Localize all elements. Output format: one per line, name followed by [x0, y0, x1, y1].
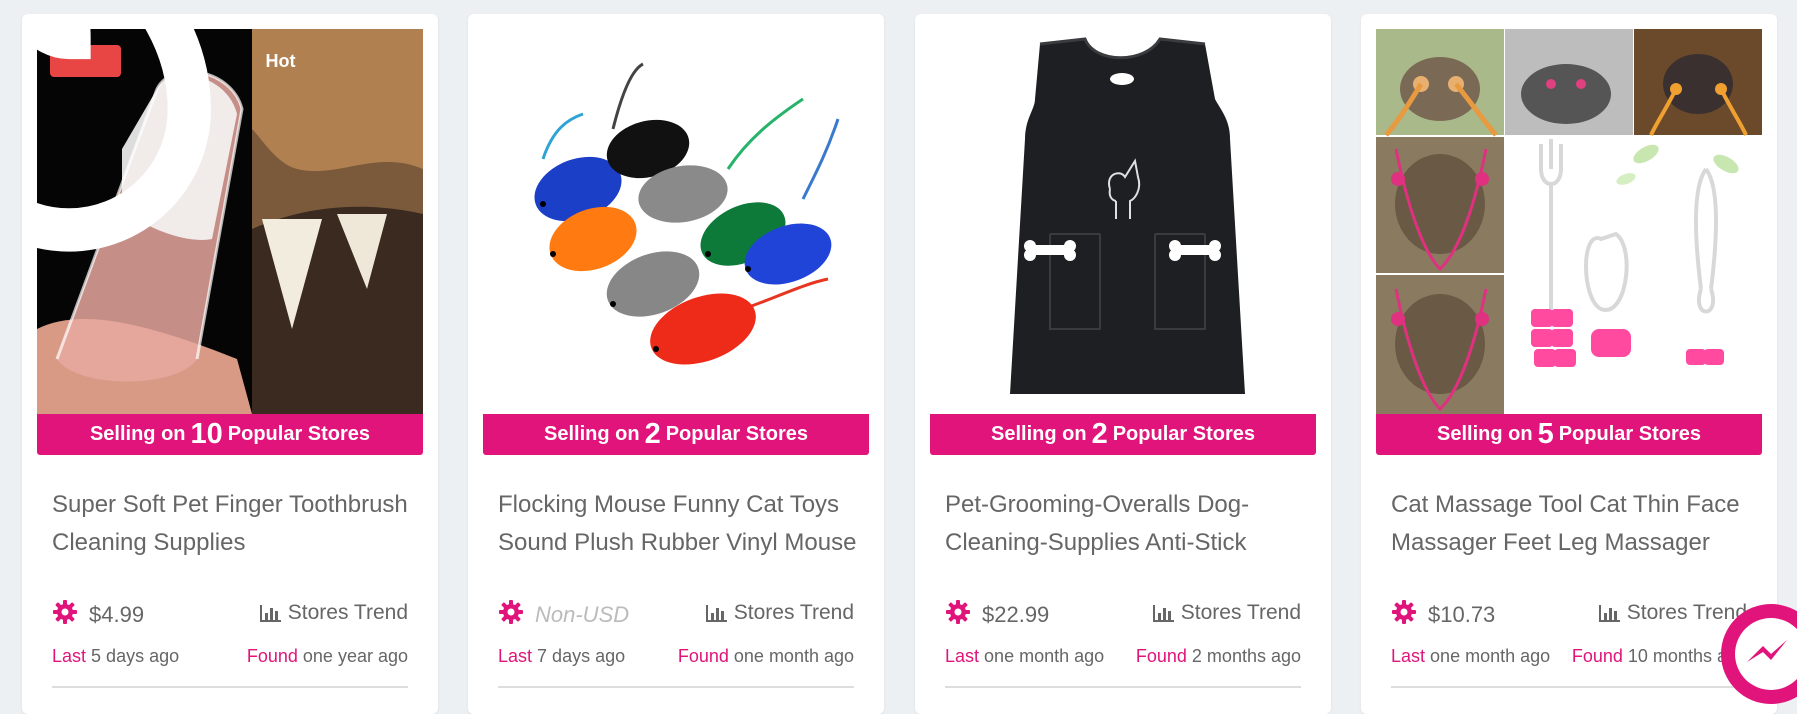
- found-value: one month ago: [733, 646, 854, 666]
- product-price: $22.99: [982, 602, 1050, 627]
- hot-badge-label: Hot: [265, 50, 296, 71]
- found-label: Found: [1135, 646, 1187, 666]
- gear-icon: [53, 600, 77, 624]
- product-card[interactable]: Selling on 2 Popular Stores Flocking Mou…: [468, 14, 884, 714]
- gear-icon: [1392, 600, 1416, 624]
- bar-chart-icon: [259, 605, 281, 622]
- last-value: one month ago: [984, 646, 1105, 666]
- store-count: 2: [644, 418, 661, 450]
- selling-suffix: Popular Stores: [1112, 423, 1255, 445]
- product-card[interactable]: Hot Selling on 10 Popular Stores Super S…: [22, 14, 438, 714]
- selling-prefix: Selling on: [991, 423, 1087, 445]
- last-label: Last: [498, 646, 533, 666]
- last-label: Last: [1391, 646, 1426, 666]
- meta-row: Last one month ago Found 2 months ago: [945, 646, 1301, 670]
- bar-chart-icon: [1152, 605, 1174, 622]
- last-value: 5 days ago: [91, 646, 180, 666]
- store-count: 2: [1091, 418, 1108, 450]
- messenger-icon: [1735, 618, 1797, 690]
- toy-mice-image: [483, 29, 869, 414]
- meta-row: Last 7 days ago Found one month ago: [498, 646, 854, 670]
- store-count: 5: [1537, 418, 1554, 450]
- product-price: Non-USD: [535, 602, 630, 627]
- stores-trend-link[interactable]: Stores Trend: [259, 601, 408, 625]
- product-title[interactable]: Pet-Grooming-Overalls Dog-Cleaning-Suppl…: [945, 486, 1305, 562]
- product-price: $10.73: [1428, 602, 1496, 627]
- product-title[interactable]: Super Soft Pet Finger Toothbrush Cleanin…: [52, 486, 412, 562]
- selling-on-banner: Selling on 2 Popular Stores: [930, 414, 1316, 455]
- stores-trend-link[interactable]: Stores Trend: [1598, 601, 1747, 625]
- product-image[interactable]: [930, 29, 1316, 414]
- product-card[interactable]: Selling on 2 Popular Stores Pet-Grooming…: [915, 14, 1331, 714]
- last-value: one month ago: [1430, 646, 1551, 666]
- divider: [498, 686, 854, 688]
- found-label: Found: [677, 646, 729, 666]
- found-value: 2 months ago: [1191, 646, 1301, 666]
- found-label: Found: [1571, 646, 1623, 666]
- product-card[interactable]: Selling on 5 Popular Stores Cat Massage …: [1361, 14, 1777, 714]
- stores-trend-label: Stores Trend: [1626, 601, 1747, 624]
- stores-trend-label: Stores Trend: [733, 601, 854, 624]
- price-row: $10.73 Stores Trend: [1391, 599, 1747, 629]
- stores-trend-link[interactable]: Stores Trend: [1152, 601, 1301, 625]
- price-row: $22.99 Stores Trend: [945, 599, 1301, 629]
- found-value: one year ago: [302, 646, 408, 666]
- gear-icon: [499, 600, 523, 624]
- store-count: 10: [190, 418, 223, 450]
- product-title[interactable]: Flocking Mouse Funny Cat Toys Sound Plus…: [498, 486, 858, 562]
- selling-suffix: Popular Stores: [227, 423, 371, 445]
- cat-massager-image: [1376, 29, 1762, 414]
- gear-icon: [946, 600, 970, 624]
- selling-prefix: Selling on: [89, 423, 186, 445]
- grooming-apron-image: [930, 29, 1316, 414]
- price-row: Non-USD Stores Trend: [498, 599, 854, 629]
- selling-suffix: Popular Stores: [665, 423, 808, 445]
- selling-prefix: Selling on: [1437, 423, 1533, 445]
- product-image[interactable]: Hot: [37, 29, 423, 414]
- found-label: Found: [246, 646, 298, 666]
- selling-on-banner: Selling on 5 Popular Stores: [1376, 414, 1762, 455]
- product-price: $4.99: [89, 602, 145, 627]
- hot-badge: Hot: [37, 29, 296, 252]
- product-title[interactable]: Cat Massage Tool Cat Thin Face Massager …: [1391, 486, 1751, 562]
- fire-icon: [37, 29, 262, 254]
- divider: [1391, 686, 1747, 688]
- last-label: Last: [945, 646, 980, 666]
- product-image[interactable]: [1376, 29, 1762, 414]
- divider: [945, 686, 1301, 688]
- selling-on-banner: Selling on 10 Popular Stores: [37, 414, 423, 455]
- selling-on-banner: Selling on 2 Popular Stores: [483, 414, 869, 455]
- divider: [52, 686, 408, 688]
- stores-trend-label: Stores Trend: [287, 601, 408, 624]
- last-value: 7 days ago: [537, 646, 626, 666]
- stores-trend-label: Stores Trend: [1180, 601, 1301, 624]
- bar-chart-icon: [705, 605, 727, 622]
- selling-prefix: Selling on: [544, 423, 640, 445]
- selling-suffix: Popular Stores: [1558, 423, 1701, 445]
- meta-row: Last one month ago Found 10 months ago: [1391, 646, 1747, 670]
- price-row: $4.99 Stores Trend: [52, 599, 408, 629]
- product-image[interactable]: [483, 29, 869, 414]
- stores-trend-link[interactable]: Stores Trend: [705, 601, 854, 625]
- last-label: Last: [52, 646, 87, 666]
- meta-row: Last 5 days ago Found one year ago: [52, 646, 408, 670]
- bar-chart-icon: [1598, 605, 1620, 622]
